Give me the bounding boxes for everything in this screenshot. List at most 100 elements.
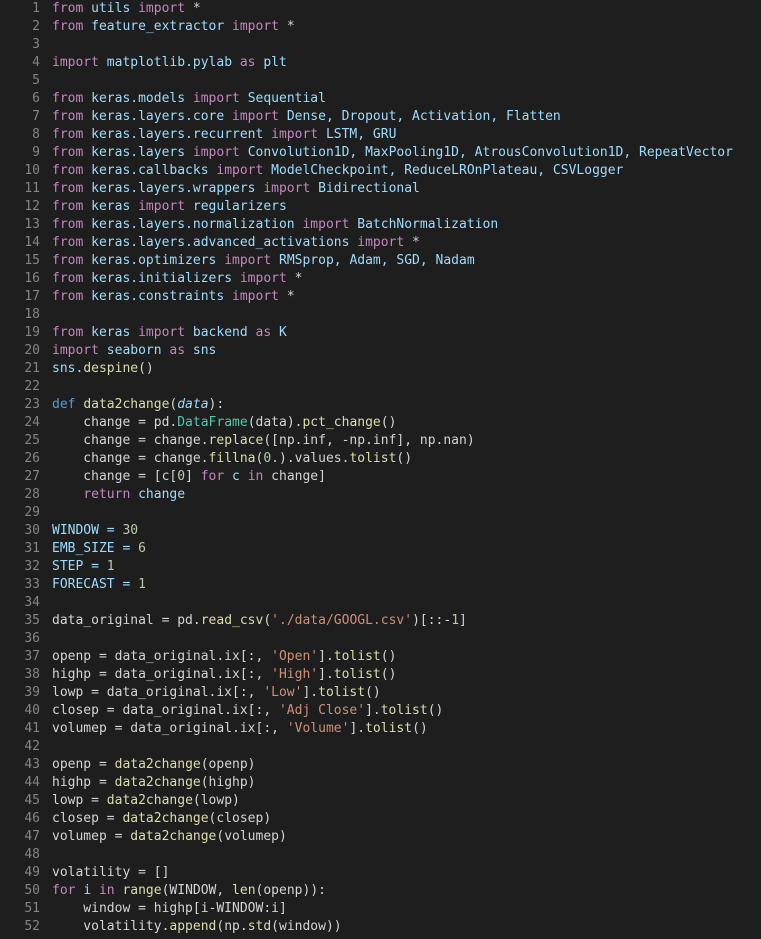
- code-line[interactable]: lowp = data2change(lowp): [52, 792, 761, 810]
- code-line[interactable]: volumep = data_original.ix[:, 'Volume'].…: [52, 720, 761, 738]
- code-line[interactable]: STEP = 1: [52, 558, 761, 576]
- code-line[interactable]: EMB_SIZE = 6: [52, 540, 761, 558]
- token-op: *: [193, 1, 201, 16]
- token-const: def: [52, 397, 83, 412]
- code-line[interactable]: from utils import *: [52, 0, 761, 18]
- token-fn: tolist: [381, 703, 428, 718]
- code-line[interactable]: from keras import regularizers: [52, 198, 761, 216]
- code-line[interactable]: [52, 738, 761, 756]
- token-kw: from: [52, 145, 91, 160]
- code-line[interactable]: from keras.layers.core import Dense, Dro…: [52, 108, 761, 126]
- code-line[interactable]: from keras.initializers import *: [52, 270, 761, 288]
- token-punc: (): [381, 415, 397, 430]
- token-fn: range: [122, 883, 161, 898]
- code-line[interactable]: from keras.layers.normalization import B…: [52, 216, 761, 234]
- token-fn: tolist: [334, 667, 381, 682]
- token-type: DataFrame: [177, 415, 247, 430]
- token-fn: data2change: [130, 829, 216, 844]
- token-punc: (): [412, 721, 428, 736]
- code-line[interactable]: for i in range(WINDOW, len(openp)):: [52, 882, 761, 900]
- code-line[interactable]: from keras.layers.recurrent import LSTM,…: [52, 126, 761, 144]
- code-line[interactable]: from keras.callbacks import ModelCheckpo…: [52, 162, 761, 180]
- code-line[interactable]: [52, 630, 761, 648]
- code-line[interactable]: from keras.models import Sequential: [52, 90, 761, 108]
- line-number: 46: [0, 810, 40, 828]
- code-line[interactable]: FORECAST = 1: [52, 576, 761, 594]
- token-var: feature_extractor: [91, 19, 232, 34]
- token-kw: import: [271, 127, 326, 142]
- token-fn: data2change: [83, 397, 169, 412]
- code-line[interactable]: openp = data_original.ix[:, 'Open'].toli…: [52, 648, 761, 666]
- token-fn: pct_change: [302, 415, 380, 430]
- token-kw: for: [201, 469, 232, 484]
- code-line[interactable]: from keras.optimizers import RMSprop, Ad…: [52, 252, 761, 270]
- token-var: keras.initializers: [91, 271, 240, 286]
- line-number: 32: [0, 558, 40, 576]
- code-line[interactable]: change = change.fillna(0.).values.tolist…: [52, 450, 761, 468]
- token-kw: import: [193, 91, 248, 106]
- code-line[interactable]: volatility = []: [52, 864, 761, 882]
- code-editor[interactable]: 1234567891011121314151617181920212223242…: [0, 0, 761, 939]
- token-kw: as: [240, 55, 263, 70]
- token-var: sns: [193, 343, 216, 358]
- line-number: 28: [0, 486, 40, 504]
- code-line[interactable]: from feature_extractor import *: [52, 18, 761, 36]
- token-fn: read_csv: [201, 613, 264, 628]
- token-op: (openp)):: [256, 883, 326, 898]
- token-kw: import: [52, 55, 107, 70]
- token-var: seaborn: [107, 343, 170, 358]
- line-number: 5: [0, 72, 40, 90]
- token-var: keras.layers.normalization: [91, 217, 302, 232]
- token-op: *: [412, 235, 420, 250]
- code-line[interactable]: window = highp[i-WINDOW:i]: [52, 900, 761, 918]
- code-line[interactable]: closep = data_original.ix[:, 'Adj Close'…: [52, 702, 761, 720]
- code-line[interactable]: import seaborn as sns: [52, 342, 761, 360]
- code-line[interactable]: return change: [52, 486, 761, 504]
- code-line[interactable]: change = change.replace([np.inf, -np.inf…: [52, 432, 761, 450]
- code-line[interactable]: lowp = data_original.ix[:, 'Low'].tolist…: [52, 684, 761, 702]
- token-kw: return: [83, 487, 138, 502]
- code-line[interactable]: change = pd.DataFrame(data).pct_change(): [52, 414, 761, 432]
- code-line[interactable]: from keras.constraints import *: [52, 288, 761, 306]
- token-kw: from: [52, 217, 91, 232]
- code-line[interactable]: [52, 504, 761, 522]
- code-line[interactable]: [52, 378, 761, 396]
- code-area[interactable]: from utils import *from feature_extracto…: [52, 0, 761, 939]
- token-num: 0.: [263, 451, 279, 466]
- code-line[interactable]: [52, 306, 761, 324]
- code-line[interactable]: [52, 594, 761, 612]
- line-number: 9: [0, 144, 40, 162]
- code-line[interactable]: from keras.layers import Convolution1D, …: [52, 144, 761, 162]
- token-kw: import: [138, 1, 193, 16]
- code-line[interactable]: [52, 72, 761, 90]
- code-line[interactable]: from keras.layers.advanced_activations i…: [52, 234, 761, 252]
- code-line[interactable]: def data2change(data):: [52, 396, 761, 414]
- code-line[interactable]: data_original = pd.read_csv('./data/GOOG…: [52, 612, 761, 630]
- token-punc: (): [396, 451, 412, 466]
- token-op: ].: [365, 703, 381, 718]
- line-number: 10: [0, 162, 40, 180]
- code-line[interactable]: [52, 36, 761, 54]
- code-line[interactable]: volatility.append(np.std(window)): [52, 918, 761, 936]
- code-line[interactable]: import matplotlib.pylab as plt: [52, 54, 761, 72]
- line-number: 8: [0, 126, 40, 144]
- token-var: WINDOW =: [52, 523, 122, 538]
- code-line[interactable]: sns.despine(): [52, 360, 761, 378]
- code-line[interactable]: highp = data_original.ix[:, 'High'].toli…: [52, 666, 761, 684]
- token-var: STEP =: [52, 559, 107, 574]
- code-line[interactable]: from keras.layers.wrappers import Bidire…: [52, 180, 761, 198]
- code-line[interactable]: volumep = data2change(volumep): [52, 828, 761, 846]
- code-line[interactable]: change = [c[0] for c in change]: [52, 468, 761, 486]
- token-op: change]: [271, 469, 326, 484]
- code-line[interactable]: openp = data2change(openp): [52, 756, 761, 774]
- line-number: 15: [0, 252, 40, 270]
- token-str: 'Low': [263, 685, 302, 700]
- token-op: closep =: [52, 811, 122, 826]
- code-line[interactable]: highp = data2change(highp): [52, 774, 761, 792]
- token-var: Sequential: [248, 91, 326, 106]
- code-line[interactable]: [52, 846, 761, 864]
- token-var: sns.: [52, 361, 83, 376]
- code-line[interactable]: WINDOW = 30: [52, 522, 761, 540]
- code-line[interactable]: from keras import backend as K: [52, 324, 761, 342]
- code-line[interactable]: closep = data2change(closep): [52, 810, 761, 828]
